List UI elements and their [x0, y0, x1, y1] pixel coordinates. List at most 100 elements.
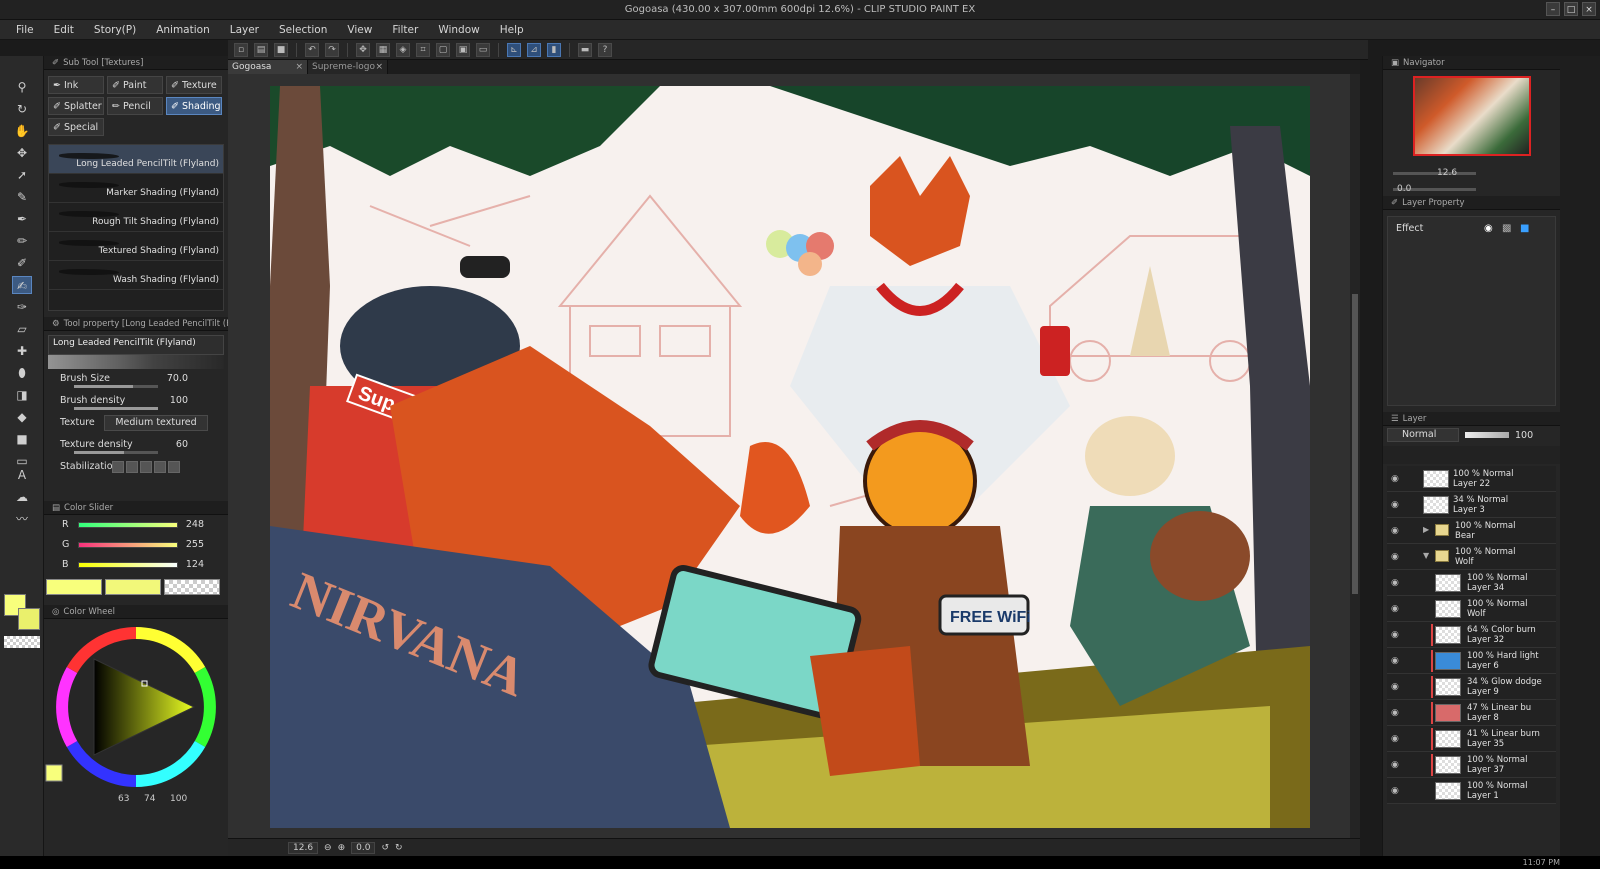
brush-size-value[interactable]: 70.0: [167, 373, 188, 384]
eye-icon[interactable]: ◉: [1391, 604, 1399, 614]
invert-selection-icon[interactable]: ▣: [456, 42, 470, 57]
zoom-value[interactable]: 12.6: [288, 841, 319, 854]
eye-icon[interactable]: ◉: [1391, 474, 1399, 484]
layer-folder-row[interactable]: ◉ ▼ 100 % Normal Wolf: [1387, 544, 1556, 570]
tab-gogoasa[interactable]: Gogoasa ×: [228, 60, 308, 74]
red-value[interactable]: 248: [186, 519, 204, 530]
stabilization-row[interactable]: Stabilization: [44, 457, 228, 479]
balloon-tool-icon[interactable]: ☁: [12, 488, 32, 506]
hand-tool-icon[interactable]: ✋: [12, 122, 32, 140]
transparent-color-swatch[interactable]: [4, 636, 40, 648]
clear-icon[interactable]: ▦: [376, 42, 390, 57]
eye-icon[interactable]: ◉: [1391, 656, 1399, 666]
tab-splatter[interactable]: ✐ Splatter: [48, 97, 104, 115]
eye-icon[interactable]: ◉: [1391, 500, 1399, 510]
blend-tool-icon[interactable]: ✚: [12, 342, 32, 360]
text-tool-icon[interactable]: A: [12, 466, 32, 484]
collapse-arrow-icon[interactable]: ▼: [1423, 551, 1429, 561]
crop-icon[interactable]: ⌗: [416, 42, 430, 57]
eye-icon[interactable]: ◉: [1391, 734, 1399, 744]
transform-icon[interactable]: ✥: [356, 42, 370, 57]
save-icon[interactable]: ■: [274, 42, 288, 57]
close-button[interactable]: ×: [1582, 2, 1596, 16]
green-slider[interactable]: [78, 542, 178, 548]
blue-value[interactable]: 124: [186, 559, 204, 570]
texture-density-row[interactable]: Texture density 60: [44, 435, 228, 457]
close-tab-icon[interactable]: ×: [375, 60, 383, 74]
transparent-color-box[interactable]: [164, 579, 220, 595]
decoration-tool-icon[interactable]: ✍: [12, 276, 32, 294]
zoom-in-icon[interactable]: ⊕: [338, 843, 346, 853]
green-value[interactable]: 255: [186, 539, 204, 550]
canvas-area[interactable]: Sup FREE WiFi NIRVANA: [228, 74, 1360, 838]
brush-item[interactable]: Wash Shading (Flyland): [49, 261, 223, 290]
canvas-vertical-scrollbar[interactable]: [1350, 74, 1360, 838]
tab-ink[interactable]: ✒ Ink: [48, 76, 104, 94]
navigator-rotation-value[interactable]: 0.0: [1397, 184, 1411, 194]
opacity-slider[interactable]: [1465, 432, 1509, 438]
eyedropper-tool-icon[interactable]: ✎: [12, 188, 32, 206]
navigator-zoom-value[interactable]: 12.6: [1437, 168, 1457, 178]
menu-file[interactable]: File: [6, 24, 44, 36]
main-color-box[interactable]: [46, 579, 102, 595]
help-icon[interactable]: ?: [598, 42, 612, 57]
menu-selection[interactable]: Selection: [269, 24, 337, 36]
brush-density-row[interactable]: Brush density 100: [44, 391, 228, 413]
tab-texture[interactable]: ✐ Texture: [166, 76, 222, 94]
eye-icon[interactable]: ◉: [1391, 708, 1399, 718]
texture-density-slider[interactable]: [74, 451, 158, 454]
saturation-triangle[interactable]: [93, 658, 196, 756]
red-slider-row[interactable]: R 248: [44, 515, 228, 535]
rotate-left-icon[interactable]: ↺: [381, 843, 389, 853]
layer-row[interactable]: ◉ 100 % Normal Layer 1: [1387, 778, 1556, 804]
redo-icon[interactable]: ↷: [325, 42, 339, 57]
opacity-value[interactable]: 100: [1515, 430, 1533, 441]
brush-item[interactable]: Long Leaded PencilTilt (Flyland): [49, 145, 223, 174]
undo-icon[interactable]: ↶: [305, 42, 319, 57]
layer-row[interactable]: ◉ 34 % Normal Layer 3: [1387, 492, 1556, 518]
figure-tool-icon[interactable]: ■: [12, 430, 32, 448]
layer-row[interactable]: ◉ 41 % Linear burn Layer 35: [1387, 726, 1556, 752]
brush-size-slider[interactable]: [74, 385, 158, 388]
color-wheel[interactable]: 63 74 100: [44, 619, 228, 805]
eye-icon[interactable]: ◉: [1391, 760, 1399, 770]
brush-size-row[interactable]: Brush Size 70.0: [44, 369, 228, 391]
navigator-thumbnail[interactable]: [1412, 76, 1531, 156]
close-tab-icon[interactable]: ×: [295, 60, 303, 74]
tab-shading[interactable]: ✐ Shading: [166, 97, 222, 115]
rotation-value[interactable]: 0.0: [351, 841, 376, 854]
layer-row[interactable]: ◉ 64 % Color burn Layer 32: [1387, 622, 1556, 648]
eye-icon[interactable]: ◉: [1391, 786, 1399, 796]
layer-folder-row[interactable]: ◉ ▶ 100 % Normal Bear: [1387, 518, 1556, 544]
brush-item[interactable]: Rough Tilt Shading (Flyland): [49, 203, 223, 232]
tab-special[interactable]: ✐ Special: [48, 118, 104, 136]
layer-row[interactable]: ◉ 100 % Normal Wolf: [1387, 596, 1556, 622]
red-slider[interactable]: [78, 522, 178, 528]
artwork[interactable]: Sup FREE WiFi NIRVANA: [270, 86, 1310, 828]
eye-icon[interactable]: ◉: [1391, 682, 1399, 692]
texture-select[interactable]: Medium textured: [104, 415, 208, 431]
zoom-out-icon[interactable]: ⊖: [324, 843, 332, 853]
tab-pencil[interactable]: ✏ Pencil: [107, 97, 163, 115]
operation-tool-icon[interactable]: ➚: [12, 166, 32, 184]
menu-filter[interactable]: Filter: [382, 24, 428, 36]
eye-icon[interactable]: ◉: [1391, 630, 1399, 640]
grid-snap-icon[interactable]: ▮: [547, 42, 561, 57]
menu-view[interactable]: View: [337, 24, 382, 36]
deselect-icon[interactable]: ▢: [436, 42, 450, 57]
brush-item[interactable]: Marker Shading (Flyland): [49, 174, 223, 203]
border-effect-icon[interactable]: ◉: [1484, 223, 1493, 234]
menu-help[interactable]: Help: [490, 24, 534, 36]
texture-row[interactable]: Texture Medium textured: [44, 413, 228, 435]
layer-row[interactable]: ◉ 100 % Hard light Layer 6: [1387, 648, 1556, 674]
brush-density-slider[interactable]: [74, 407, 158, 410]
layer-row[interactable]: ◉ 47 % Linear bu Layer 8: [1387, 700, 1556, 726]
brush-tool-icon[interactable]: ✐: [12, 254, 32, 272]
gradient-tool-icon[interactable]: ◨: [12, 386, 32, 404]
menu-layer[interactable]: Layer: [220, 24, 269, 36]
correct-line-tool-icon[interactable]: 〰: [12, 510, 32, 528]
special-ruler-snap-icon[interactable]: ⊿: [527, 42, 541, 57]
pencil-tool-icon[interactable]: ✏: [12, 232, 32, 250]
stabilization-steps[interactable]: [112, 461, 180, 473]
airbrush-tool-icon[interactable]: ✑: [12, 298, 32, 316]
